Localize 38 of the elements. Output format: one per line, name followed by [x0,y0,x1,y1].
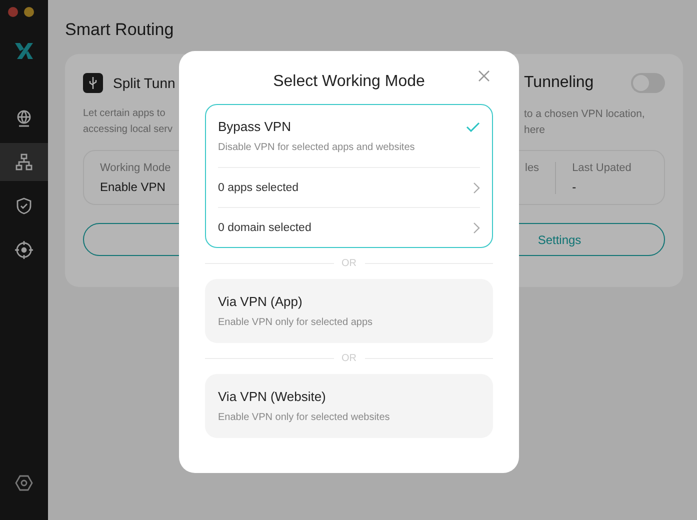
mode-description: Disable VPN for selected apps and websites [218,142,416,155]
card-description: accessing local serv [83,123,172,137]
page-title: Smart Routing [65,20,175,40]
stat-value: Enable VPN [100,180,166,194]
check-icon [466,122,480,132]
mode-title: Via VPN (Website) [218,389,326,404]
mode-title: Via VPN (App) [218,294,302,309]
card-description: Let certain apps to [83,107,166,121]
chevron-right-icon [473,222,480,234]
mode-description: Enable VPN only for selected apps [218,317,374,330]
selection-row[interactable]: 0 apps selected [218,182,299,194]
dialog-title: Select Working Mode [273,73,425,92]
chevron-right-icon [473,182,480,194]
card-title: Split Tunn [113,75,176,91]
close-icon[interactable] [477,69,491,83]
shield-check-icon [15,197,33,215]
mode-option[interactable]: Bypass VPN Disable VPN for selected apps and websites 0 apps selected 0 domain selected [205,104,493,248]
card-description: to a chosen VPN location, [524,107,645,122]
selection-row[interactable]: 0 domain selected [218,222,312,234]
crosshair-icon [14,240,34,260]
settings-icon [15,474,33,492]
sidebar-item[interactable] [0,143,48,181]
stat-label: Last Upated [572,162,632,174]
mode-description: Enable VPN only for selected websites [218,412,391,425]
minimize-window-button[interactable] [24,7,34,17]
mode-option[interactable]: Via VPN (App) Enable VPN only for selected apps [205,279,493,343]
mode-title: Bypass VPN [218,119,291,134]
usb-icon [83,73,103,93]
logo-icon [13,41,35,61]
stat-label: Working Mode [100,162,171,174]
card-description: here [524,123,546,138]
stat-label: les [525,162,540,174]
stat-value: - [572,180,578,194]
toggle-switch[interactable] [631,73,665,93]
card-title: Tunneling [524,74,594,92]
mode-option[interactable]: Via VPN (Website) Enable VPN only for selected websites [205,374,493,438]
network-icon [15,153,33,171]
globe-icon [15,109,33,127]
